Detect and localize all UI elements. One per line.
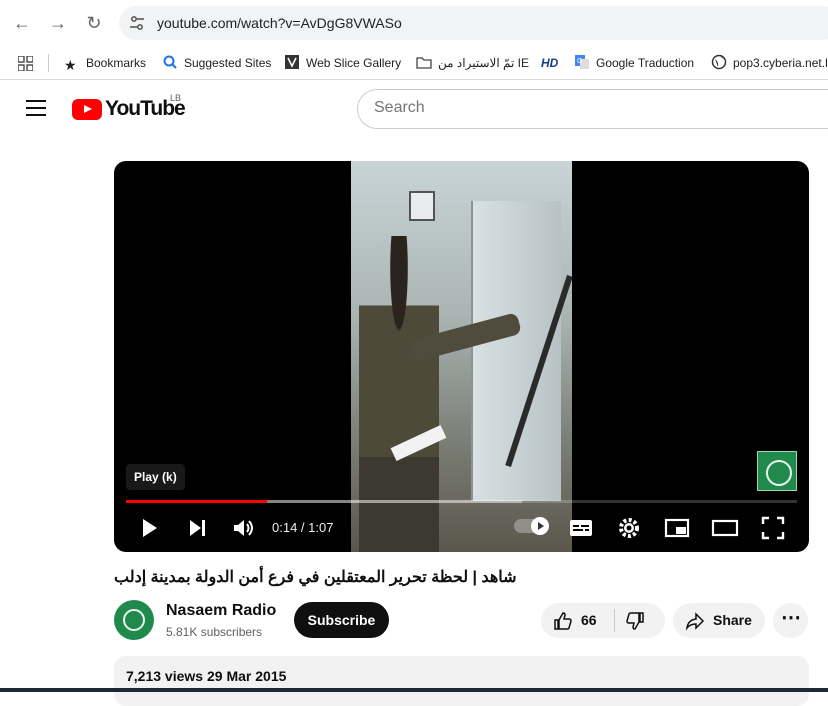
search-input[interactable] — [374, 99, 814, 117]
bookmark-pop3-cyberia[interactable]: pop3.cyberia.net.lb — [711, 54, 828, 72]
autoplay-play-icon — [538, 522, 544, 530]
share-label: Share — [713, 612, 752, 628]
upload-date: 29 Mar 2015 — [207, 668, 287, 684]
google-translate-icon: G — [575, 55, 589, 69]
bookmark-bookmarks[interactable]: ★ Bookmarks — [64, 54, 146, 73]
youtube-play-logo-icon — [72, 99, 102, 120]
bookmark-web-slice-gallery[interactable]: Web Slice Gallery — [284, 54, 401, 72]
youtube-header: YouTube LB — [0, 81, 828, 137]
bookmark-imported-from-ie[interactable]: تمّ الاستيراد من IE — [416, 54, 529, 72]
channel-name[interactable]: Nasaem Radio — [166, 602, 276, 620]
forward-icon[interactable]: → — [47, 12, 69, 34]
folder-icon — [416, 57, 432, 69]
os-taskbar — [0, 688, 828, 692]
reload-icon[interactable]: ↻ — [83, 12, 105, 34]
bookmarks-bar: ★ Bookmarks Suggested Sites Web Slice Gal… — [0, 46, 828, 80]
like-count[interactable]: 66 — [581, 612, 597, 628]
video-player[interactable]: Play (k) 0:14 / 1:07 — [114, 161, 809, 552]
fullscreen-icon[interactable] — [758, 513, 788, 543]
like-divider — [614, 609, 615, 632]
menu-icon[interactable] — [26, 100, 46, 116]
miniplayer-icon[interactable] — [662, 513, 692, 543]
bookmarks-divider — [48, 54, 49, 72]
site-settings-icon[interactable] — [129, 15, 145, 31]
play-icon[interactable] — [134, 513, 164, 543]
like-dislike-group: 66 — [541, 603, 665, 638]
more-dots-icon: ⋯ — [781, 607, 801, 629]
back-icon[interactable]: ← — [11, 12, 33, 34]
globe-icon — [711, 54, 727, 70]
address-bar[interactable]: youtube.com/watch?v=AvDgG8VWASo — [119, 6, 828, 40]
play-tooltip: Play (k) — [126, 464, 185, 490]
video-frame — [351, 161, 573, 552]
time-display: 0:14 / 1:07 — [272, 520, 334, 535]
video-title: شاهد | لحظة تحرير المعتقلين في فرع أمن ا… — [114, 569, 517, 586]
channel-avatar[interactable] — [114, 600, 154, 640]
search-box[interactable] — [357, 89, 828, 129]
more-actions-button[interactable]: ⋯ — [773, 603, 808, 638]
apps-grid-icon[interactable] — [18, 56, 33, 71]
bookmark-suggested-sites[interactable]: Suggested Sites — [162, 54, 271, 72]
progress-played — [126, 500, 267, 503]
description-box[interactable]: 7,213 views 29 Mar 2015 — [114, 656, 809, 706]
theater-mode-icon[interactable] — [710, 513, 740, 543]
search-icon — [163, 55, 177, 69]
thumbs-up-icon[interactable] — [553, 611, 573, 631]
country-code: LB — [170, 93, 182, 103]
subscribe-button[interactable]: Subscribe — [294, 602, 389, 638]
web-slice-icon — [285, 55, 299, 69]
bookmark-google-traduction[interactable]: G Google Traduction — [574, 54, 694, 72]
channel-watermark-logo[interactable] — [757, 451, 797, 491]
autoplay-toggle[interactable] — [514, 517, 549, 535]
volume-icon[interactable] — [228, 513, 258, 543]
share-button[interactable]: Share — [673, 603, 765, 638]
star-icon: ★ — [64, 57, 77, 73]
view-count: 7,213 views — [126, 668, 204, 684]
next-icon[interactable] — [182, 513, 212, 543]
settings-gear-icon[interactable] — [614, 513, 644, 543]
thumbs-down-icon[interactable] — [625, 611, 645, 631]
svg-text:G: G — [577, 58, 582, 65]
hd-icon[interactable]: HD — [541, 54, 558, 72]
progress-bar[interactable] — [126, 500, 797, 503]
url-text[interactable]: youtube.com/watch?v=AvDgG8VWASo — [157, 15, 402, 31]
subscriber-count: 5.81K subscribers — [166, 625, 263, 639]
share-icon — [685, 612, 705, 631]
browser-toolbar: ← → ↻ youtube.com/watch?v=AvDgG8VWASo — [0, 0, 828, 46]
subtitles-icon[interactable] — [566, 513, 596, 543]
